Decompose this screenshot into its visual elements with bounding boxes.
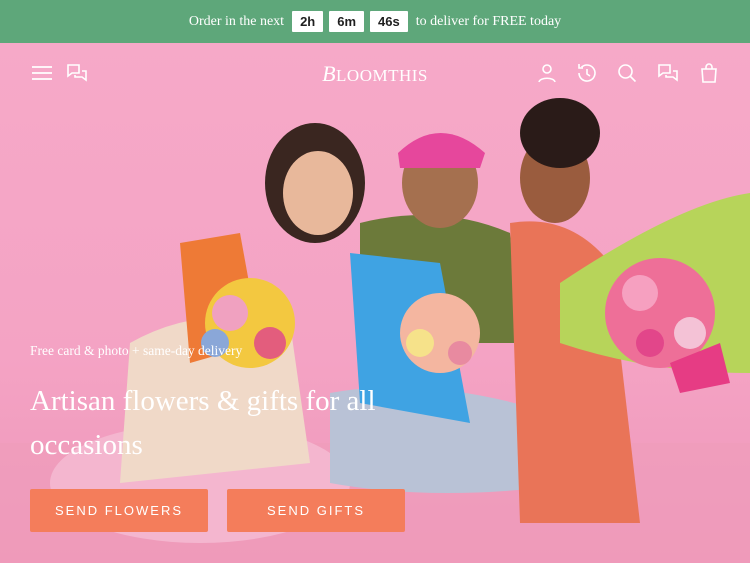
bag-icon[interactable] [697, 61, 721, 85]
brand-logo[interactable]: BLOOMTHIS [300, 61, 450, 87]
menu-icon[interactable] [30, 61, 54, 85]
account-icon[interactable] [535, 61, 559, 85]
hero-headline: Artisan flowers & gifts for all occasion… [30, 385, 376, 461]
search-icon[interactable] [615, 61, 639, 85]
promo-suffix: to deliver for FREE today [415, 13, 562, 29]
history-icon[interactable] [575, 61, 599, 85]
countdown-minutes: 6m [329, 11, 365, 32]
hero-subtitle: Free card & photo + same-day delivery [30, 343, 243, 358]
logo-rest: LOOMTHIS [336, 66, 428, 85]
chat-icon[interactable] [65, 61, 89, 85]
countdown-seconds: 46s [370, 11, 408, 32]
send-flowers-button[interactable]: SEND FLOWERS [30, 489, 208, 532]
hero-banner: BLOOMTHIS Free card & photo + same-day d… [0, 43, 750, 563]
promo-prefix: Order in the next [188, 13, 285, 29]
countdown-hours: 2h [292, 11, 324, 32]
hero-photo [0, 98, 750, 563]
logo-initial: B [322, 61, 337, 86]
chat-icon[interactable] [656, 61, 680, 85]
send-gifts-button[interactable]: SEND GIFTS [227, 489, 405, 532]
promo-bar: Order in the next 2h 6m 46s to deliver f… [0, 0, 750, 43]
